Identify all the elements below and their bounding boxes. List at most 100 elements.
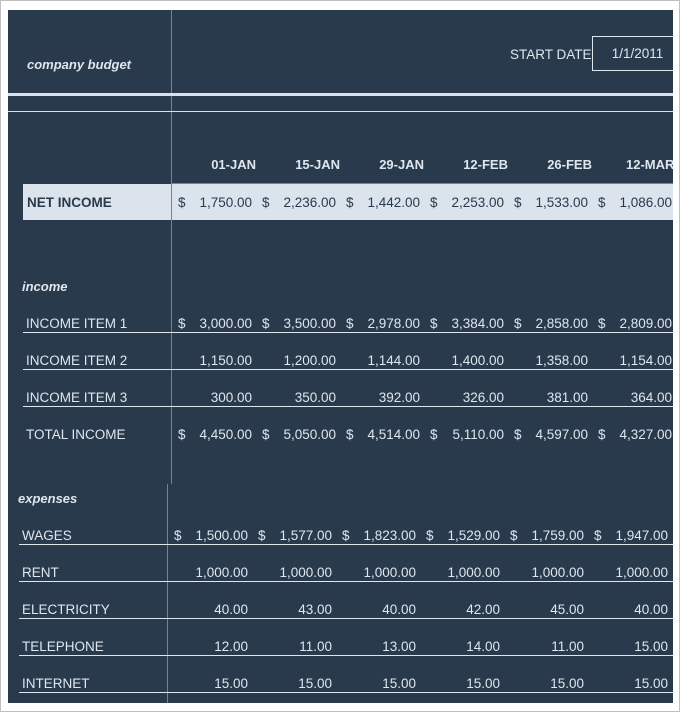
cell-value: 15.00 (634, 639, 668, 654)
cell-value: 381.00 (546, 390, 588, 405)
row-label[interactable]: RENT (22, 565, 59, 580)
date-header: 12-FEB (463, 157, 508, 172)
cell-value: 392.00 (378, 390, 420, 405)
cell-value: 15.00 (382, 676, 416, 691)
cell-value: 1,150.00 (199, 353, 252, 368)
row-label[interactable]: INCOME ITEM 2 (26, 353, 127, 368)
cell-value: 1,500.00 (195, 528, 248, 543)
cell-value: 1,759.00 (531, 528, 584, 543)
cell-value: 1,154.00 (619, 353, 672, 368)
cell-value: 1,529.00 (447, 528, 500, 543)
currency-symbol: $ (178, 316, 186, 331)
cell-value: 1,750.00 (199, 195, 252, 210)
date-header: 29-JAN (379, 157, 424, 172)
currency-symbol: $ (510, 528, 518, 543)
currency-symbol: $ (430, 195, 438, 210)
cell-value: 326.00 (462, 390, 504, 405)
cell-value: 3,500.00 (283, 316, 336, 331)
value-cell[interactable]: $5,050.00 (256, 427, 340, 445)
cell-value: 1,144.00 (367, 353, 420, 368)
cell-value: 15.00 (214, 676, 248, 691)
row-label[interactable]: INCOME ITEM 1 (26, 316, 127, 331)
value-cell[interactable]: $5,110.00 (424, 427, 508, 445)
row-underline (19, 692, 673, 693)
value-cell[interactable]: $1,533.00 (508, 195, 592, 213)
row-label[interactable]: WAGES (22, 528, 72, 543)
cell-value: 1,358.00 (535, 353, 588, 368)
row-label[interactable]: TELEPHONE (22, 639, 104, 654)
income-section-label: income (22, 279, 68, 294)
cell-value: 364.00 (630, 390, 672, 405)
currency-symbol: $ (346, 427, 354, 442)
cell-value: 2,236.00 (283, 195, 336, 210)
cell-value: 1,000.00 (195, 565, 248, 580)
header-separator (8, 93, 673, 96)
row-underline (19, 618, 673, 619)
column-divider (171, 10, 172, 484)
currency-symbol: $ (262, 195, 270, 210)
row-label[interactable]: INTERNET (22, 676, 90, 691)
value-cell[interactable]: $1,442.00 (340, 195, 424, 213)
cell-value: 13.00 (382, 639, 416, 654)
cell-value: 1,200.00 (283, 353, 336, 368)
row-label[interactable]: TOTAL INCOME (26, 427, 126, 442)
start-date-input[interactable]: 1/1/2011 (592, 36, 673, 71)
row-underline (19, 544, 673, 545)
value-cell[interactable]: $1,086.00 (592, 195, 673, 213)
cell-value: 40.00 (214, 602, 248, 617)
cell-value: 15.00 (298, 676, 332, 691)
currency-symbol: $ (178, 195, 186, 210)
value-cell[interactable]: $4,597.00 (508, 427, 592, 445)
cell-value: 1,000.00 (615, 565, 668, 580)
cell-value: 350.00 (294, 390, 336, 405)
value-cell[interactable]: $4,327.00 (592, 427, 673, 445)
cell-value: 11.00 (551, 639, 584, 654)
currency-symbol: $ (430, 427, 438, 442)
date-header: 12-MAR (626, 157, 673, 172)
date-header: 01-JAN (211, 157, 256, 172)
cell-value: 15.00 (466, 676, 500, 691)
date-header: 26-FEB (547, 157, 592, 172)
cell-value: 3,384.00 (451, 316, 504, 331)
currency-symbol: $ (346, 316, 354, 331)
cell-value: 3,000.00 (199, 316, 252, 331)
currency-symbol: $ (258, 528, 266, 543)
row-label[interactable]: ELECTRICITY (22, 602, 110, 617)
row-underline (19, 581, 673, 582)
currency-symbol: $ (598, 195, 606, 210)
value-cell[interactable]: $4,450.00 (172, 427, 256, 445)
cell-value: 300.00 (210, 390, 252, 405)
cell-value: 1,823.00 (363, 528, 416, 543)
cell-value: 43.00 (298, 602, 332, 617)
cell-value: 4,450.00 (199, 427, 252, 442)
row-underline (23, 369, 673, 370)
row-underline (23, 406, 673, 407)
cell-value: 40.00 (382, 602, 416, 617)
currency-symbol: $ (174, 528, 182, 543)
value-cell[interactable]: $2,253.00 (424, 195, 508, 213)
cell-value: 45.00 (550, 602, 584, 617)
net-income-label: NET INCOME (27, 195, 112, 210)
column-divider (167, 484, 168, 703)
value-cell[interactable]: $4,514.00 (340, 427, 424, 445)
sheet-title: company budget (27, 57, 132, 72)
row-label[interactable]: INCOME ITEM 3 (26, 390, 127, 405)
header-separator-thin (8, 111, 673, 112)
cell-value: 2,978.00 (367, 316, 420, 331)
value-cell[interactable]: $2,236.00 (256, 195, 340, 213)
cell-value: 1,400.00 (451, 353, 504, 368)
cell-value: 1,000.00 (279, 565, 332, 580)
currency-symbol: $ (598, 316, 606, 331)
currency-symbol: $ (598, 427, 606, 442)
cell-value: 1,947.00 (615, 528, 668, 543)
row-underline (23, 332, 673, 333)
currency-symbol: $ (514, 427, 522, 442)
currency-symbol: $ (346, 195, 354, 210)
cell-value: 4,597.00 (535, 427, 588, 442)
currency-symbol: $ (262, 316, 270, 331)
cell-value: 40.00 (634, 602, 668, 617)
value-cell[interactable]: $1,750.00 (172, 195, 256, 213)
cell-value: 2,253.00 (451, 195, 504, 210)
currency-symbol: $ (178, 427, 186, 442)
cell-value: 1,533.00 (535, 195, 588, 210)
